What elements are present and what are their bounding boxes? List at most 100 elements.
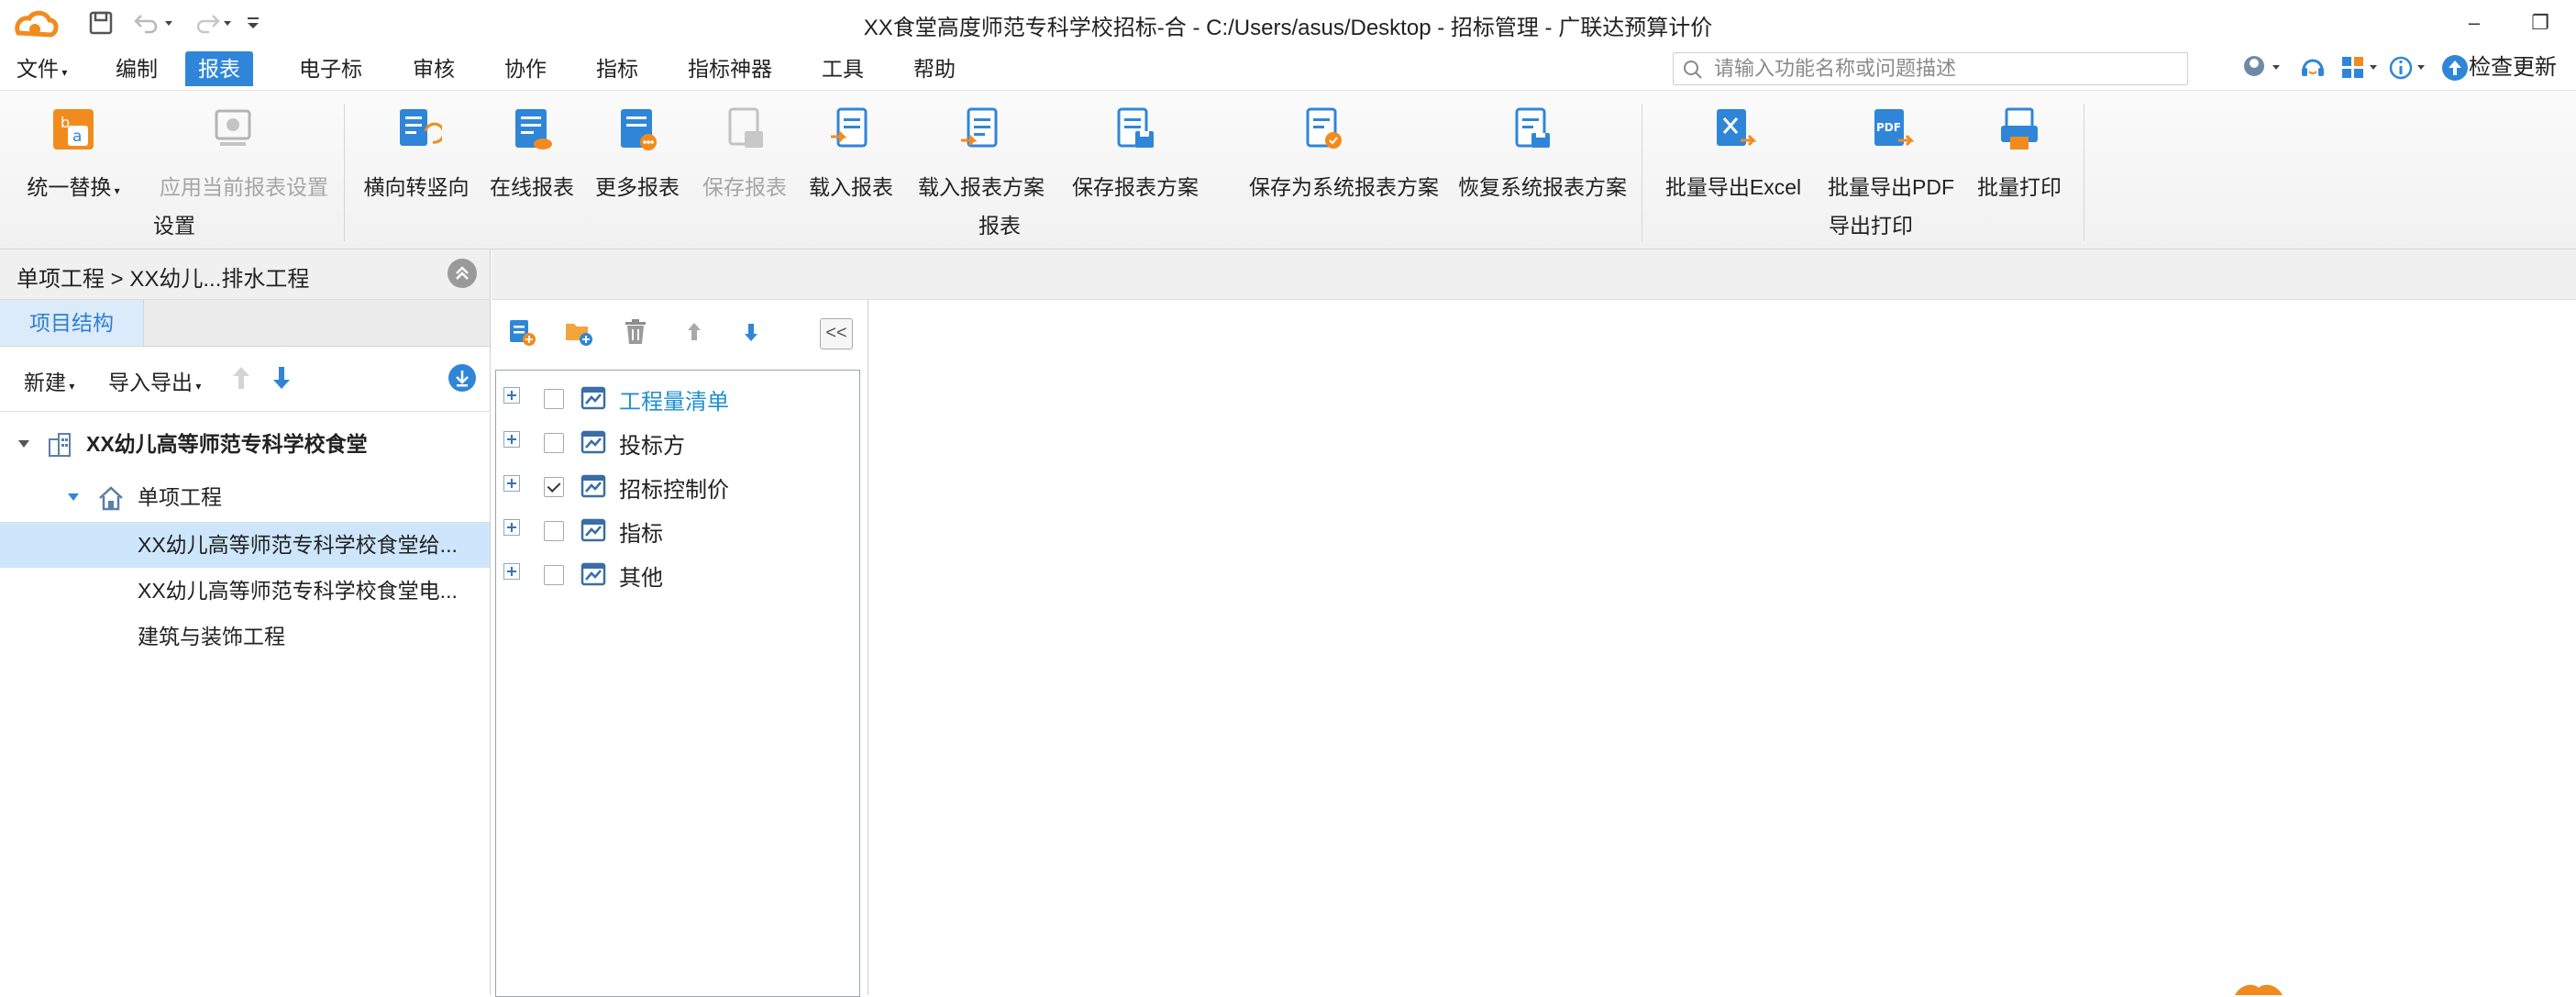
- delete-trash-icon[interactable]: [620, 316, 651, 348]
- report-category-item[interactable]: 工程量清单: [496, 376, 859, 418]
- support-headset-icon[interactable]: [2298, 51, 2327, 84]
- report-checkbox[interactable]: [544, 389, 564, 409]
- expand-plus-icon[interactable]: [503, 563, 520, 580]
- function-search-box[interactable]: [1673, 52, 2188, 85]
- move-up-arrow-icon[interactable]: [679, 316, 710, 348]
- save-report-button[interactable]: 保存报表: [702, 104, 787, 199]
- report-folder-icon: [580, 562, 606, 586]
- menu-help[interactable]: 帮助: [901, 51, 968, 86]
- menu-report[interactable]: 报表: [185, 51, 253, 86]
- move-up-arrow-icon[interactable]: [229, 363, 253, 393]
- ribbon: b a 统一替换 ▾ 应用当前报表设置 设置 横向转竖向 在线报表 更多报表 保…: [0, 91, 2576, 249]
- report-checkbox[interactable]: [544, 565, 564, 585]
- expand-plus-icon[interactable]: [503, 431, 520, 448]
- export-pdf-label: 批量导出PDF: [1828, 175, 1954, 199]
- tree-node-unit-electric[interactable]: XX幼儿高等师范专科学校食堂电...: [0, 568, 490, 614]
- menu-edit[interactable]: 编制: [103, 51, 171, 86]
- batch-print-icon: [2001, 107, 2038, 150]
- restore-button[interactable]: ❐: [2524, 7, 2557, 39]
- new-dropdown-button[interactable]: 新建 ▾: [24, 365, 74, 396]
- check-update-button[interactable]: 检查更新: [2441, 51, 2557, 84]
- menu-file[interactable]: 文件 ▾: [4, 51, 80, 86]
- menu-tools[interactable]: 工具: [809, 51, 877, 86]
- tab-project-structure[interactable]: 项目结构: [0, 300, 144, 346]
- tree-node-unit-building[interactable]: 建筑与装饰工程: [0, 614, 490, 659]
- download-circle-icon[interactable]: [448, 363, 477, 393]
- report-folder-icon: [580, 474, 606, 498]
- info-icon[interactable]: [2388, 51, 2430, 84]
- load-scheme-label: 载入报表方案: [918, 175, 1045, 199]
- load-report-button[interactable]: 载入报表: [809, 104, 893, 199]
- menu-collaborate[interactable]: 协作: [492, 51, 559, 86]
- undo-icon[interactable]: [132, 7, 174, 39]
- online-report-button[interactable]: 在线报表: [490, 104, 574, 199]
- move-down-arrow-icon[interactable]: [270, 363, 293, 393]
- report-list-panel: << 工程量清单 投标方 招标控制价 指标 其他: [492, 300, 868, 997]
- project-tree: XX幼儿高等师范专科学校食堂 单项工程 XX幼儿高等师范专科学校食堂给... X…: [0, 412, 491, 995]
- upload-arrow-icon: [2442, 55, 2468, 81]
- menu-indicator[interactable]: 指标: [583, 51, 651, 86]
- settings-group-label: 设置: [153, 214, 195, 238]
- tree-node-label: 建筑与装饰工程: [138, 625, 285, 648]
- tree-node-unit-water[interactable]: XX幼儿高等师范专科学校食堂给...: [0, 522, 490, 568]
- batch-export-pdf-button[interactable]: PDF 批量导出PDF: [1828, 104, 1954, 199]
- report-group-label: 报表: [978, 214, 1021, 238]
- report-category-item[interactable]: 招标控制价: [496, 464, 859, 506]
- save-quick-icon[interactable]: [88, 7, 114, 39]
- redo-icon[interactable]: [191, 7, 233, 39]
- report-category-item[interactable]: 其他: [496, 552, 859, 594]
- save-system-scheme-button[interactable]: 保存为系统报表方案: [1249, 104, 1439, 199]
- save-report-scheme-button[interactable]: 保存报表方案: [1072, 104, 1199, 199]
- menu-audit[interactable]: 审核: [400, 51, 468, 86]
- rotate-report-button[interactable]: 横向转竖向: [364, 104, 470, 199]
- apply-report-settings-button[interactable]: 应用当前报表设置: [160, 104, 328, 199]
- menu-bar: 文件 ▾ 编制 报表 电子标 审核 协作 指标 指标神器 工具 帮助: [0, 48, 2576, 91]
- search-input[interactable]: [1712, 55, 2174, 83]
- expand-plus-icon[interactable]: [503, 475, 520, 492]
- restore-system-scheme-button[interactable]: 恢复系统报表方案: [1458, 104, 1627, 199]
- batch-print-button[interactable]: 批量打印: [1977, 104, 2062, 199]
- report-category-item[interactable]: 指标: [496, 508, 859, 550]
- expand-plus-icon[interactable]: [503, 519, 520, 536]
- report-preview-area[interactable]: [868, 300, 2576, 995]
- load-scheme-icon: [961, 107, 998, 148]
- user-service-icon[interactable]: [2241, 51, 2283, 84]
- add-folder-icon[interactable]: [563, 316, 594, 348]
- report-checkbox[interactable]: [544, 477, 564, 497]
- report-category-item[interactable]: 投标方: [496, 420, 859, 462]
- export-pdf-icon: PDF: [1874, 109, 1915, 147]
- load-report-scheme-button[interactable]: 载入报表方案: [918, 104, 1045, 199]
- batch-export-excel-button[interactable]: 批量导出Excel: [1665, 104, 1801, 199]
- collapse-list-button[interactable]: <<: [820, 318, 853, 349]
- tree-node-project[interactable]: XX幼儿高等师范专科学校食堂: [0, 421, 490, 467]
- report-checkbox[interactable]: [544, 433, 564, 453]
- menu-electronic-bid[interactable]: 电子标: [286, 51, 375, 86]
- report-folder-icon: [580, 430, 606, 454]
- expand-plus-icon[interactable]: [503, 387, 520, 404]
- customize-quick-access-icon[interactable]: [244, 7, 262, 39]
- floating-assistant-icon[interactable]: [2231, 982, 2286, 995]
- load-report-label: 载入报表: [809, 175, 893, 199]
- minimize-button[interactable]: –: [2458, 7, 2491, 39]
- menu-indicator-tool[interactable]: 指标神器: [675, 51, 785, 86]
- import-export-dropdown-button[interactable]: 导入导出 ▾: [108, 365, 201, 396]
- collapse-panel-button[interactable]: [448, 259, 477, 288]
- apps-grid-icon[interactable]: [2340, 51, 2383, 84]
- tree-node-single-project[interactable]: 单项工程: [0, 474, 490, 520]
- tree-node-label: XX幼儿高等师范专科学校食堂电...: [138, 579, 458, 603]
- unified-replace-button[interactable]: b a 统一替换 ▾: [27, 104, 120, 199]
- chevron-down-icon: ▾: [193, 380, 202, 393]
- window-title: XX食堂高度师范专科学校招标-合 - C:/Users/asus/Desktop…: [863, 16, 1713, 40]
- move-down-arrow-icon[interactable]: [735, 316, 767, 348]
- batch-print-label: 批量打印: [1977, 175, 2062, 199]
- expand-triangle-icon[interactable]: [66, 491, 81, 504]
- expand-triangle-icon[interactable]: [17, 438, 31, 450]
- report-checkbox[interactable]: [544, 521, 564, 541]
- export-excel-label: 批量导出Excel: [1664, 175, 1802, 199]
- add-report-icon[interactable]: [506, 316, 537, 348]
- save-scheme-label: 保存报表方案: [1072, 175, 1199, 199]
- tree-node-label: XX幼儿高等师范专科学校食堂: [86, 432, 368, 456]
- chevron-down-icon: ▾: [59, 66, 68, 79]
- export-print-group-label: 导出打印: [1829, 214, 1913, 238]
- more-report-button[interactable]: 更多报表: [595, 104, 680, 199]
